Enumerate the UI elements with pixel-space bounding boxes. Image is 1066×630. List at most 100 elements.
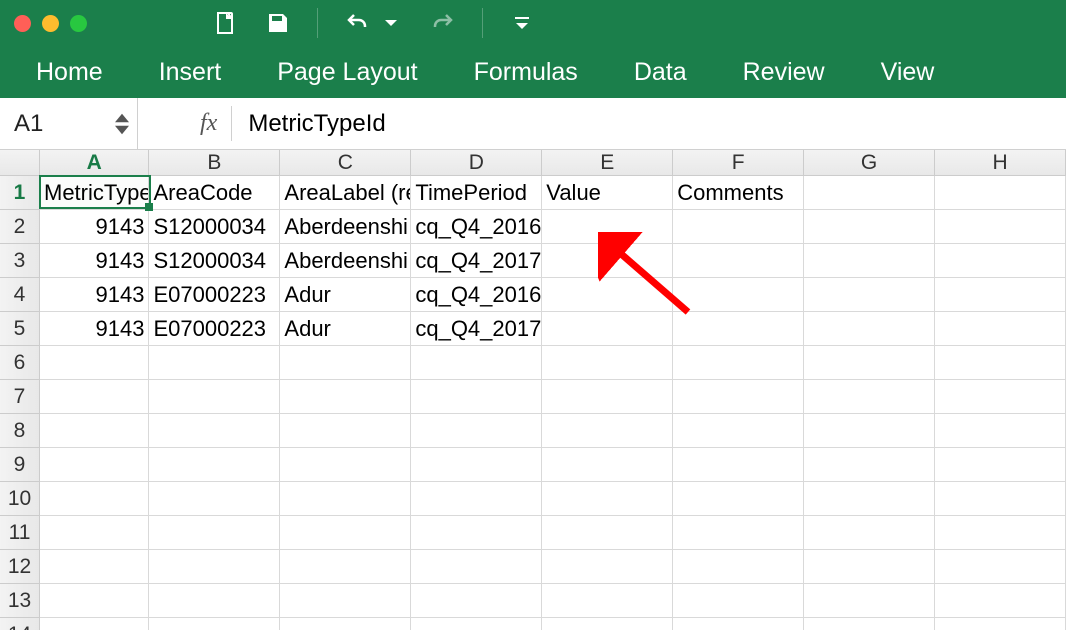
- cell[interactable]: [40, 516, 149, 550]
- cell[interactable]: [673, 346, 804, 380]
- customize-qat-icon[interactable]: [509, 10, 535, 36]
- cell[interactable]: [804, 278, 935, 312]
- cell[interactable]: [804, 516, 935, 550]
- cell[interactable]: [804, 244, 935, 278]
- cell[interactable]: [673, 312, 804, 346]
- cell[interactable]: [673, 380, 804, 414]
- cell[interactable]: 9143: [40, 278, 149, 312]
- cell[interactable]: [935, 210, 1066, 244]
- cell[interactable]: [673, 244, 804, 278]
- cell[interactable]: AreaLabel (re: [280, 176, 411, 210]
- cell[interactable]: [935, 516, 1066, 550]
- cell[interactable]: Comments: [673, 176, 804, 210]
- cell[interactable]: [804, 346, 935, 380]
- cell[interactable]: [149, 448, 280, 482]
- cell[interactable]: [149, 516, 280, 550]
- cell[interactable]: [673, 414, 804, 448]
- cell[interactable]: [673, 448, 804, 482]
- row-header-14[interactable]: 14: [0, 618, 40, 630]
- cell[interactable]: [40, 346, 149, 380]
- cell[interactable]: [935, 380, 1066, 414]
- tab-review[interactable]: Review: [743, 58, 825, 87]
- cell[interactable]: [935, 414, 1066, 448]
- cell[interactable]: [542, 346, 673, 380]
- cell[interactable]: AreaCode: [149, 176, 280, 210]
- cell[interactable]: [935, 550, 1066, 584]
- cell[interactable]: [280, 618, 411, 630]
- cell[interactable]: [935, 312, 1066, 346]
- cell[interactable]: [804, 584, 935, 618]
- redo-icon[interactable]: [430, 10, 456, 36]
- cell[interactable]: [542, 312, 673, 346]
- cell[interactable]: 9143: [40, 312, 149, 346]
- cell[interactable]: [542, 278, 673, 312]
- row-header-12[interactable]: 12: [0, 550, 40, 584]
- new-file-icon[interactable]: [213, 10, 239, 36]
- cell[interactable]: [411, 448, 542, 482]
- row-header-4[interactable]: 4: [0, 278, 40, 312]
- cell[interactable]: E07000223: [149, 278, 280, 312]
- cell[interactable]: [804, 414, 935, 448]
- cell[interactable]: [542, 550, 673, 584]
- cell[interactable]: [804, 312, 935, 346]
- cell[interactable]: [935, 244, 1066, 278]
- column-header-d[interactable]: D: [411, 150, 542, 176]
- cell[interactable]: [542, 210, 673, 244]
- cell[interactable]: [411, 414, 542, 448]
- cell[interactable]: [40, 380, 149, 414]
- cell[interactable]: [804, 380, 935, 414]
- row-header-13[interactable]: 13: [0, 584, 40, 618]
- cell[interactable]: [149, 380, 280, 414]
- minimize-button[interactable]: [42, 15, 59, 32]
- cell[interactable]: [935, 448, 1066, 482]
- tab-insert[interactable]: Insert: [159, 58, 222, 87]
- cell[interactable]: [804, 448, 935, 482]
- cell[interactable]: [542, 414, 673, 448]
- cell[interactable]: cq_Q4_2016: [411, 210, 542, 244]
- undo-icon[interactable]: [344, 10, 370, 36]
- cell[interactable]: [149, 482, 280, 516]
- cell[interactable]: Adur: [280, 278, 411, 312]
- name-box-stepper[interactable]: [115, 113, 129, 135]
- cell[interactable]: 9143: [40, 244, 149, 278]
- cell[interactable]: [280, 380, 411, 414]
- save-icon[interactable]: [265, 10, 291, 36]
- cell[interactable]: Aberdeenshi: [280, 244, 411, 278]
- column-header-g[interactable]: G: [804, 150, 935, 176]
- row-header-11[interactable]: 11: [0, 516, 40, 550]
- cell[interactable]: [542, 380, 673, 414]
- cell[interactable]: [673, 278, 804, 312]
- row-header-3[interactable]: 3: [0, 244, 40, 278]
- undo-dropdown-icon[interactable]: [378, 10, 404, 36]
- cell[interactable]: [673, 584, 804, 618]
- column-header-a[interactable]: A: [40, 150, 149, 176]
- column-header-b[interactable]: B: [149, 150, 280, 176]
- cell[interactable]: [804, 482, 935, 516]
- row-header-10[interactable]: 10: [0, 482, 40, 516]
- tab-home[interactable]: Home: [36, 58, 103, 87]
- cell[interactable]: [542, 618, 673, 630]
- cells-area[interactable]: MetricTypeIdAreaCodeAreaLabel (reTimePer…: [40, 176, 1066, 630]
- cell[interactable]: [673, 618, 804, 630]
- cell[interactable]: [673, 516, 804, 550]
- cell[interactable]: [935, 346, 1066, 380]
- cell[interactable]: E07000223: [149, 312, 280, 346]
- row-header-7[interactable]: 7: [0, 380, 40, 414]
- select-all-corner[interactable]: [0, 150, 40, 176]
- column-header-h[interactable]: H: [935, 150, 1066, 176]
- cell[interactable]: [280, 584, 411, 618]
- cell[interactable]: [149, 550, 280, 584]
- cell[interactable]: 9143: [40, 210, 149, 244]
- cell[interactable]: [542, 448, 673, 482]
- cell[interactable]: [542, 244, 673, 278]
- row-header-6[interactable]: 6: [0, 346, 40, 380]
- tab-formulas[interactable]: Formulas: [474, 58, 578, 87]
- close-button[interactable]: [14, 15, 31, 32]
- fx-label[interactable]: fx: [200, 106, 232, 142]
- cell[interactable]: cq_Q4_2017: [411, 244, 542, 278]
- cell[interactable]: Adur: [280, 312, 411, 346]
- cell[interactable]: [411, 550, 542, 584]
- cell[interactable]: [542, 516, 673, 550]
- cell[interactable]: [280, 550, 411, 584]
- cell[interactable]: [149, 584, 280, 618]
